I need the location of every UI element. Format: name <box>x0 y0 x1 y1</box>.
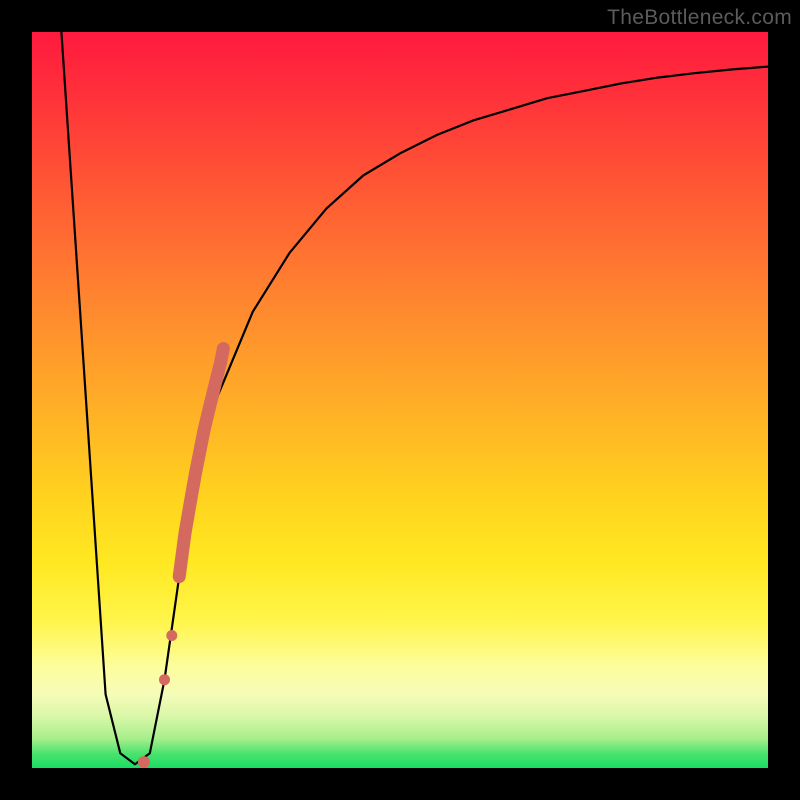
watermark-text: TheBottleneck.com <box>607 6 792 30</box>
chart-svg <box>32 32 768 768</box>
highlight-dots <box>138 349 224 769</box>
chart-frame: TheBottleneck.com <box>0 0 800 800</box>
plot-area <box>32 32 768 768</box>
curve-line <box>61 32 768 764</box>
